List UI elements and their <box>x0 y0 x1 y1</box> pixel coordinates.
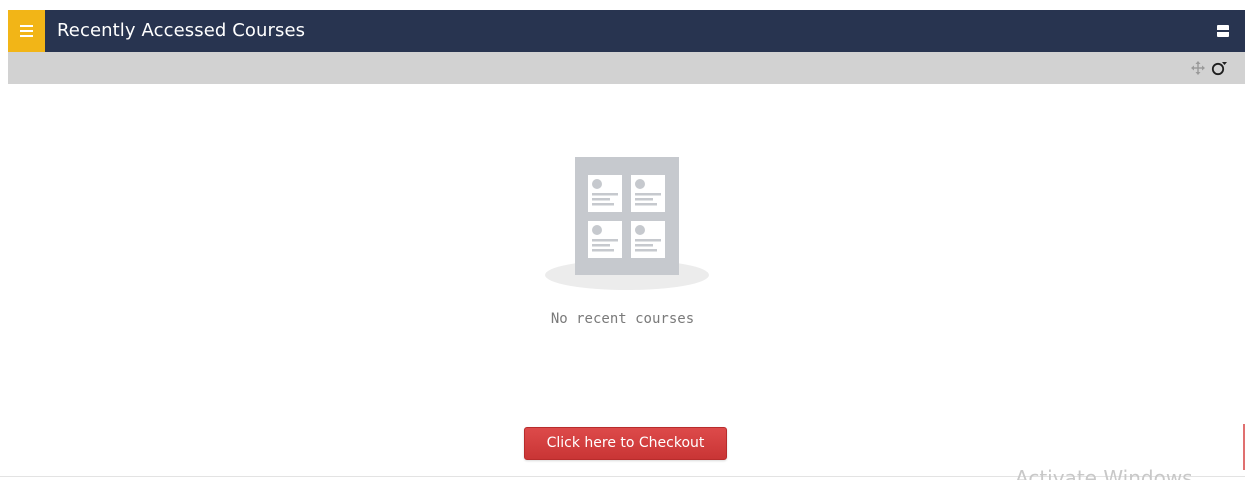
block-title: Recently Accessed Courses <box>57 20 306 41</box>
empty-state-message: No recent courses <box>550 311 695 327</box>
block-header: Recently Accessed Courses <box>8 10 1245 52</box>
hamburger-icon[interactable] <box>8 10 45 52</box>
windows-activation-watermark: Activate Windows <box>1015 466 1193 480</box>
block-action-bar <box>8 52 1245 84</box>
recent-courses-page: Recently Accessed Courses No recent cour… <box>0 0 1245 480</box>
collapse-icon[interactable] <box>1217 25 1229 37</box>
checkout-button[interactable]: Click here to Checkout <box>524 427 727 460</box>
move-icon[interactable] <box>1191 61 1205 75</box>
courses-placeholder-icon <box>545 157 709 290</box>
gear-icon[interactable] <box>1210 59 1228 77</box>
